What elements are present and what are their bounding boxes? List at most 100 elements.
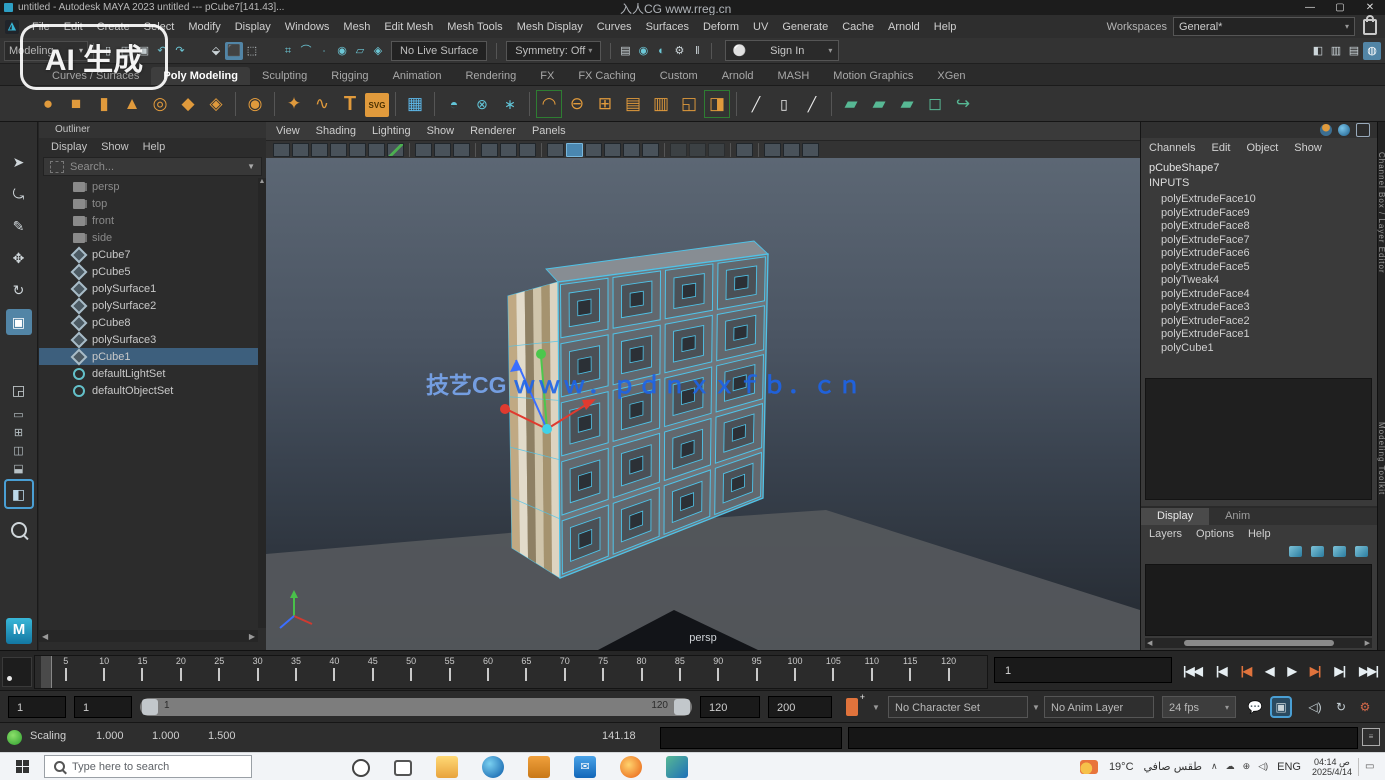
layer-menu-item[interactable]: Options [1196,528,1234,540]
select-object-icon[interactable]: ⬛ [225,42,243,60]
channel-menu-item[interactable]: Edit [1211,142,1230,154]
lock-icon[interactable] [1363,19,1377,35]
modeling-toolkit-icon[interactable]: ▦ [402,90,428,118]
paint-select-tool-icon[interactable]: ✎ [6,213,32,239]
outliner-menu-item[interactable]: Help [143,141,166,153]
viewport-menu-item[interactable]: Renderer [470,125,516,137]
lock-camera-icon[interactable] [292,143,309,157]
fps-dropdown[interactable]: 24 fps▾ [1162,696,1236,718]
poly-sphere-icon[interactable]: ● [35,90,61,118]
move-layer-icon[interactable] [1355,546,1368,557]
outliner-item[interactable]: front [39,212,258,229]
pane-two-horizontal-icon[interactable]: ⬓ [8,461,30,477]
new-layer-selected-icon[interactable] [1311,546,1324,557]
rotate-tool-icon[interactable]: ↻ [6,277,32,303]
render-view-icon[interactable]: ▤ [616,42,634,60]
sign-in-button[interactable]: ⚪Sign In▾ [725,40,839,61]
temperature[interactable]: 19°C [1109,761,1134,773]
pane-single-icon[interactable]: ▭ [8,407,30,423]
render-frame-icon[interactable]: ◉ [634,42,652,60]
range-handle-left[interactable] [142,699,158,715]
outliner-item[interactable]: polySurface1 [39,280,258,297]
channel-menu-item[interactable]: Show [1294,142,1322,154]
sculpt-objects-icon[interactable]: ∗ [497,90,523,118]
outliner-item[interactable]: pCube7 [39,246,258,263]
timeline-ticks[interactable]: 5 10 15 20 25 30 35 40 45 50 55 60 [34,655,988,689]
resolution-gate-icon[interactable] [708,143,725,157]
menu-item[interactable]: UV [746,16,775,38]
select-camera-icon[interactable] [273,143,290,157]
viewport-canvas[interactable]: 技艺CG ｗｗｗ．ｐｄｎｘｘｆｂ．ｃｎ persp [266,158,1140,650]
camera-attributes-icon[interactable] [311,143,328,157]
outliner-item[interactable]: defaultObjectSet [39,382,258,399]
platonic-solid-icon[interactable]: ◉ [242,90,268,118]
toolbox-icon[interactable] [528,756,550,778]
channel-menu-item[interactable]: Object [1246,142,1278,154]
sculpt-tool-icon[interactable]: ◓ [441,90,467,118]
super-shape-icon[interactable]: ✦ [281,90,307,118]
scale-tool-icon[interactable]: ▣ [6,309,32,335]
screen-space-ao-icon[interactable] [519,143,536,157]
viewport-menu-item[interactable]: View [276,125,300,137]
script-editor-icon[interactable]: ≡ [1362,728,1380,746]
select-hierarchy-icon[interactable]: ⬙ [207,42,225,60]
clock[interactable]: 04:14 ص 2025/4/14 [1312,757,1352,777]
poly-disc-icon[interactable]: ◈ [203,90,229,118]
outliner-item[interactable]: polySurface3 [39,331,258,348]
taskbar-search-input[interactable]: Type here to search [44,755,252,778]
outliner-item[interactable]: pCube8 [39,314,258,331]
shelf-tab[interactable]: Animation [381,67,454,85]
loop-playback-icon[interactable]: ↻ [1332,698,1350,716]
menu-item[interactable]: Edit Mesh [377,16,440,38]
heads-up-display-icon[interactable] [802,143,819,157]
xray-icon[interactable] [585,143,602,157]
current-frame-field[interactable]: 1 [994,657,1172,683]
extrude-icon[interactable]: ⊞ [592,90,618,118]
pane-two-vertical-icon[interactable]: ◫ [8,443,30,459]
go-to-end-button[interactable]: ▶▶| [1359,664,1378,678]
chevron-down-icon[interactable]: ▼ [247,162,255,171]
new-empty-layer-icon[interactable] [1289,546,1302,557]
weather-icon[interactable] [1080,760,1098,774]
select-component-icon[interactable]: ⬚ [243,42,261,60]
viewport-menu-item[interactable]: Show [427,125,455,137]
select-tool-icon[interactable]: ➤ [6,149,32,175]
poly-plane-icon[interactable]: ◆ [175,90,201,118]
shelf-tab[interactable]: FX [528,67,566,85]
image-plane-icon[interactable] [349,143,366,157]
last-tool-icon[interactable]: ◲ [6,377,32,403]
render-region-icon[interactable] [764,143,781,157]
shelf-tab[interactable]: Custom [648,67,710,85]
hidden-icons-chevron[interactable]: ∧ [1211,761,1218,772]
step-forward-frame-button[interactable]: ▶| [1334,664,1345,678]
menu-item[interactable]: Mesh Display [510,16,590,38]
target-weld-icon[interactable]: ▰ [838,90,864,118]
auto-key-speech-icon[interactable]: 💬 [1246,698,1264,716]
menu-item[interactable]: Surfaces [639,16,696,38]
photos-icon[interactable] [666,756,688,778]
display-layer-icon[interactable] [1338,124,1350,136]
current-frame-marker[interactable] [41,656,52,688]
menu-item[interactable]: Mesh [336,16,377,38]
outliner-item[interactable]: side [39,229,258,246]
outliner-item[interactable]: defaultLightSet [39,365,258,382]
poly-cone-icon[interactable]: ▲ [119,90,145,118]
start-button[interactable] [0,753,44,780]
helix-icon[interactable]: ∿ [309,90,335,118]
cloud-icon[interactable]: ☁ [1226,761,1235,772]
volume-icon[interactable]: ◁) [1258,761,1268,772]
ipr-render-icon[interactable]: ◐ [652,42,670,60]
step-back-key-button[interactable]: |◀ [1241,664,1252,678]
tool-settings-toggle-icon[interactable]: ▥ [1327,42,1345,60]
outliner-vertical-scrollbar[interactable]: ▲ [258,178,266,628]
menu-item[interactable]: Modify [181,16,227,38]
delete-history-icon[interactable]: ↪ [950,90,976,118]
outliner-item[interactable]: pCube5 [39,263,258,280]
channel-values-area[interactable] [1145,378,1372,500]
render-settings-icon[interactable]: ⚙ [670,42,688,60]
gate-mask-icon[interactable] [642,143,659,157]
snap-point-icon[interactable]: ∙ [315,42,333,60]
layer-menu-item[interactable]: Help [1248,528,1271,540]
shaded-mode-icon[interactable] [566,143,583,157]
help-line-field[interactable] [848,727,1358,749]
